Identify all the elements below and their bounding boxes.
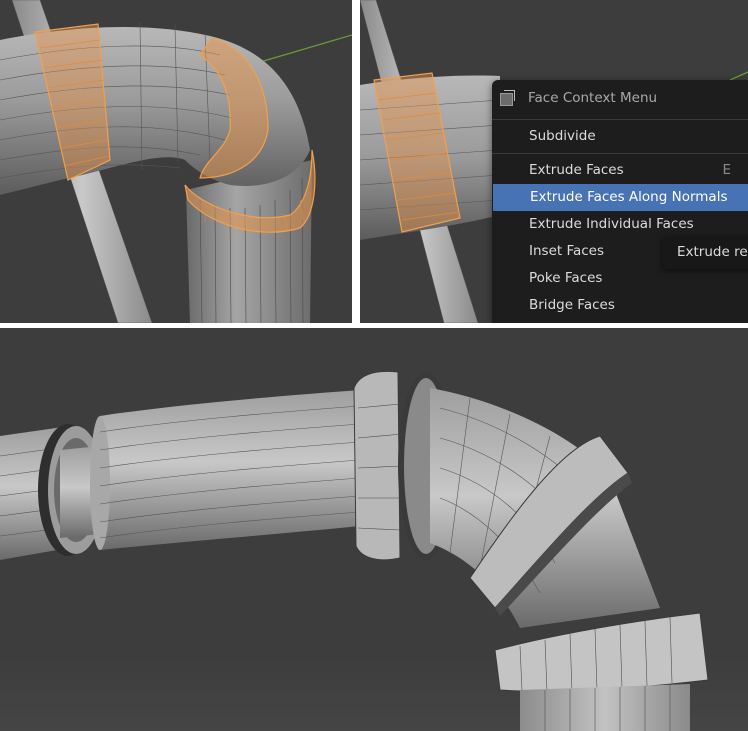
menu-item-extrude-individual-faces[interactable]: Extrude Individual Faces [492,211,748,238]
menu-item-bridge-faces[interactable]: Bridge Faces [492,292,748,319]
menu-separator [492,153,748,154]
menu-tooltip: Extrude reg [662,236,748,269]
viewport-bottom[interactable] [0,328,748,731]
menu-item-poke-faces[interactable]: Poke Faces [492,265,748,292]
context-menu-title: Face Context Menu [528,90,658,106]
menu-item-label: Extrude Faces Along Normals [530,189,728,205]
face-select-icon [500,90,516,106]
menu-item-label: Inset Faces [529,243,605,259]
menu-item-label: Extrude Individual Faces [529,216,694,232]
context-menu-header: Face Context Menu [492,80,748,116]
menu-item-label: Poke Faces [529,270,603,286]
viewport-top-left[interactable] [0,0,352,323]
pipe-mesh-extruded-rings [0,370,748,731]
menu-item-extrude-faces[interactable]: Extrude Faces E [492,157,748,184]
menu-item-subdivide[interactable]: Subdivide [492,123,748,150]
face-context-menu: Face Context Menu Subdivide Extrude Face… [492,80,748,323]
viewport-top-right[interactable]: Face Context Menu Subdivide Extrude Face… [360,0,748,323]
menu-item-extrude-faces-along-normals[interactable]: Extrude Faces Along Normals [493,184,748,211]
menu-item-label: Bridge Faces [529,297,615,313]
menu-separator [492,119,748,120]
pipe-mesh-selected-rings [0,0,352,323]
menu-item-label: Extrude Faces [529,162,624,178]
shortcut-hint: E [722,162,731,178]
menu-item-label: Subdivide [529,128,596,144]
